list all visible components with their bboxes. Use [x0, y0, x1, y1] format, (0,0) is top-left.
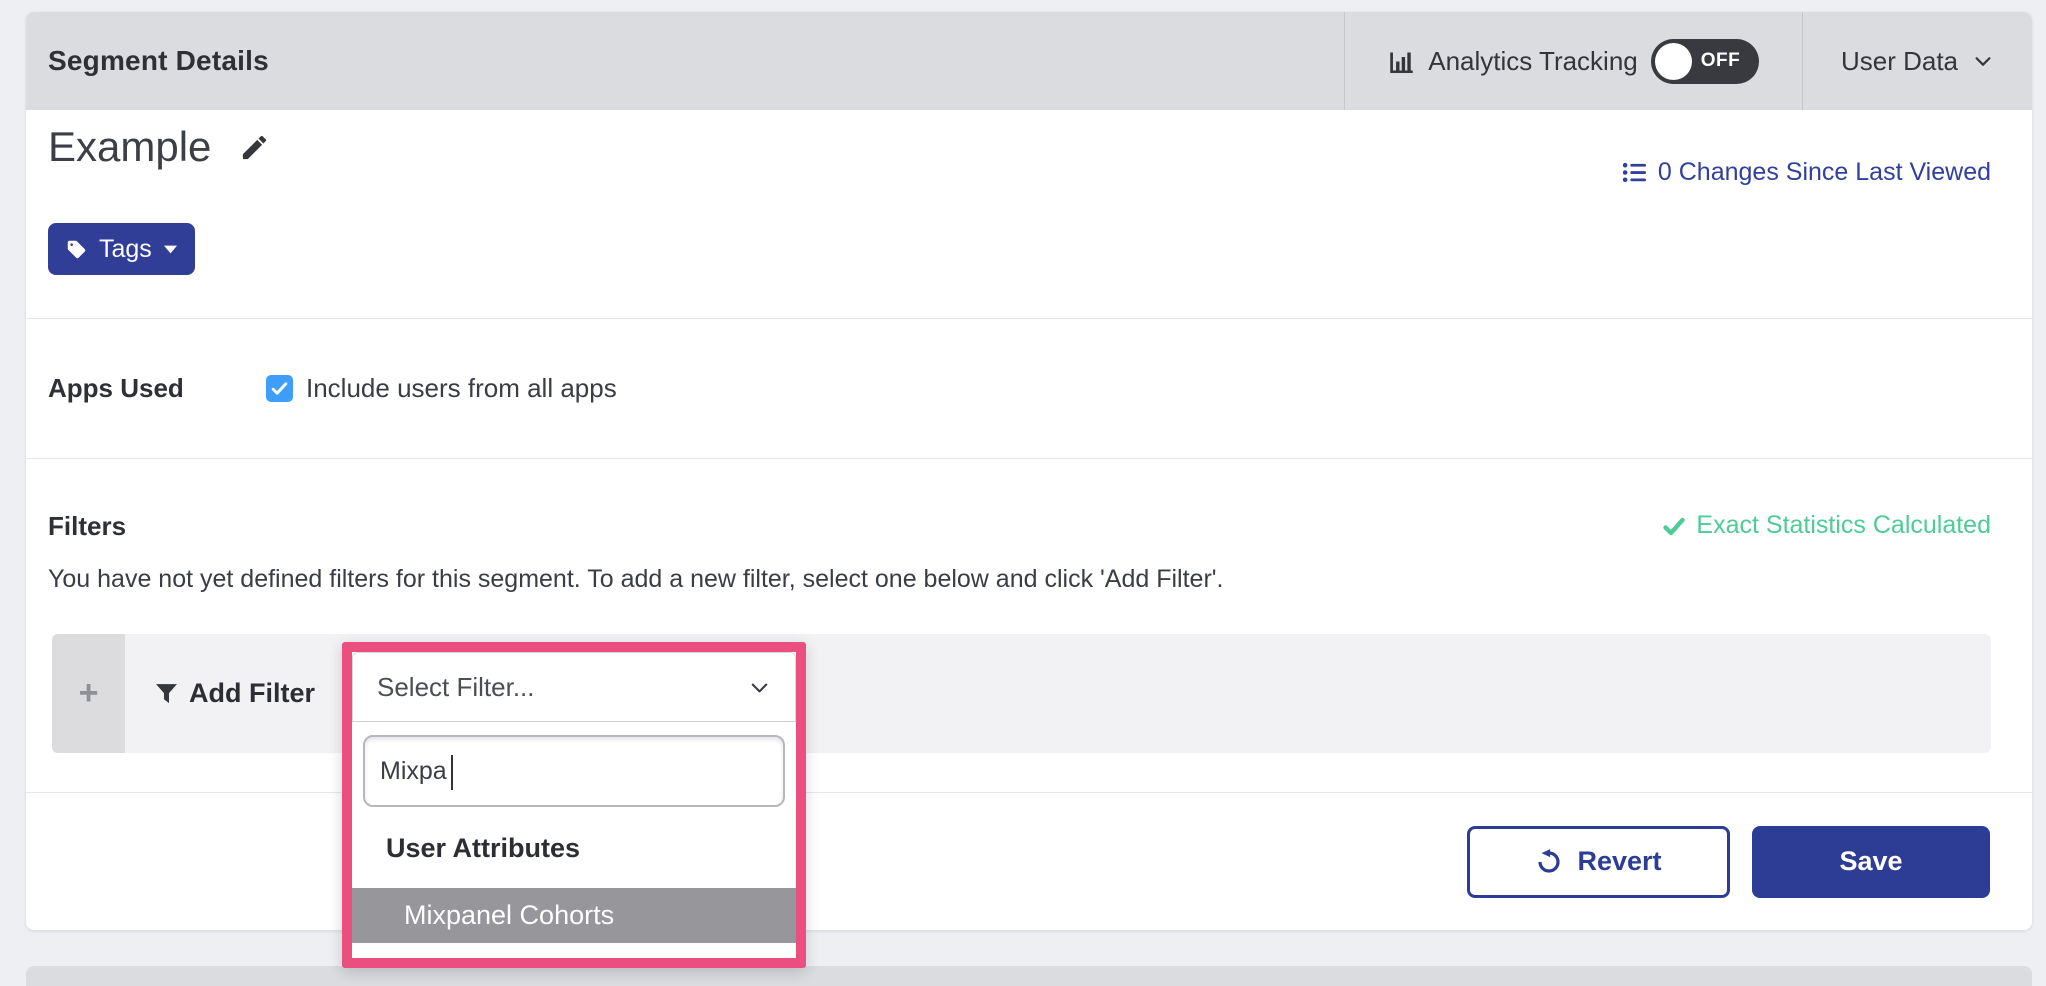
tags-button-label: Tags [99, 235, 152, 264]
chevron-down-icon [748, 676, 771, 699]
actions-section: Revert Save [26, 792, 2032, 930]
analytics-tracking-section: Analytics Tracking OFF [1344, 12, 1802, 110]
analytics-tracking-toggle[interactable]: OFF [1651, 39, 1759, 84]
dropdown-group-header: User Attributes [386, 833, 796, 864]
filter-select-control[interactable]: Select Filter... [352, 652, 796, 722]
filter-select-highlight-box: Select Filter... User Attributes Mixpane… [342, 642, 806, 968]
segment-name: Example [48, 120, 211, 174]
changes-since-last-viewed-link[interactable]: 0 Changes Since Last Viewed [1622, 158, 1991, 187]
add-filter-label-group: Add Filter [155, 678, 315, 709]
revert-undo-icon [1535, 848, 1563, 876]
add-filter-label: Add Filter [189, 678, 315, 709]
filters-description: You have not yet defined filters for thi… [48, 565, 1224, 594]
save-button[interactable]: Save [1752, 826, 1990, 898]
edit-pencil-icon[interactable] [239, 132, 270, 163]
filters-title: Filters [48, 511, 126, 542]
toggle-state-label: OFF [1701, 50, 1741, 72]
change-list-icon [1622, 160, 1647, 185]
filter-funnel-icon [155, 682, 178, 705]
include-all-apps-checkbox-row[interactable]: Include users from all apps [266, 373, 617, 404]
tag-icon [66, 239, 87, 260]
tags-button[interactable]: Tags [48, 223, 195, 275]
filter-dropdown-panel: User Attributes Mixpanel Cohorts [352, 735, 796, 943]
check-icon [1662, 514, 1686, 538]
caret-down-icon [164, 245, 177, 254]
exact-statistics-label: Exact Statistics Calculated [1696, 511, 1991, 540]
apps-used-label: Apps Used [48, 373, 266, 404]
segment-name-section: Example Tags 0 Changes Since Last Viewed [26, 110, 2032, 318]
filter-search-input[interactable] [380, 757, 680, 786]
dropdown-option-mixpanel-cohorts[interactable]: Mixpanel Cohorts [352, 888, 796, 943]
filter-select-value: Select Filter... [377, 672, 535, 703]
revert-button-label: Revert [1577, 846, 1661, 877]
user-data-dropdown[interactable]: User Data [1802, 12, 2032, 110]
changes-link-label: 0 Changes Since Last Viewed [1658, 158, 1991, 187]
checkbox-checked-icon[interactable] [266, 375, 293, 402]
save-button-label: Save [1839, 846, 1902, 877]
exact-statistics-status: Exact Statistics Calculated [1662, 511, 1991, 540]
page-title: Segment Details [26, 45, 269, 77]
segment-details-page: Segment Details Analytics Tracking OFF U… [0, 0, 2046, 986]
segment-details-card: Segment Details Analytics Tracking OFF U… [26, 12, 2032, 930]
add-filter-plus-button[interactable]: + [52, 634, 125, 753]
revert-button[interactable]: Revert [1467, 826, 1730, 898]
user-data-label: User Data [1841, 46, 1958, 77]
chevron-down-icon [1972, 50, 1994, 72]
apps-used-section: Apps Used Include users from all apps [26, 318, 2032, 458]
next-card-header-strip [26, 966, 2032, 986]
card-header: Segment Details Analytics Tracking OFF U… [26, 12, 2032, 110]
toggle-knob [1655, 43, 1692, 80]
include-all-apps-label: Include users from all apps [306, 373, 617, 404]
text-cursor [451, 755, 453, 790]
filters-section: Filters Exact Statistics Calculated You … [26, 458, 2032, 792]
analytics-tracking-label: Analytics Tracking [1428, 46, 1638, 77]
bar-chart-icon [1388, 48, 1415, 75]
filter-search-box[interactable] [363, 735, 785, 807]
